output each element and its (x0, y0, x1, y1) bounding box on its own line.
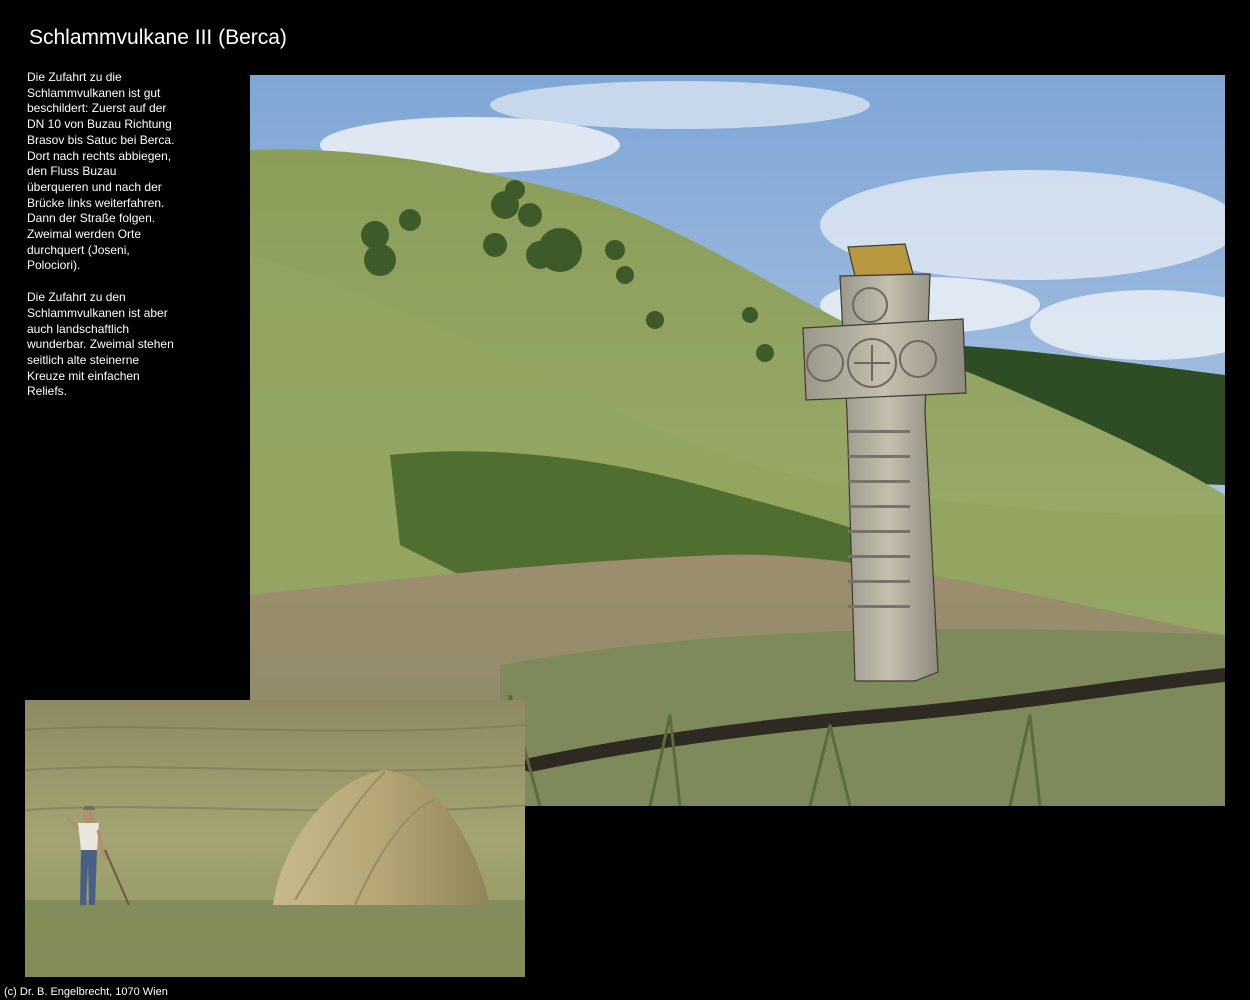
stone-cross-photo (250, 75, 1225, 806)
description-paragraph-1: Die Zufahrt zu die Schlammvulkanen ist g… (27, 70, 175, 273)
description-text: Die Zufahrt zu die Schlammvulkanen ist g… (27, 70, 177, 416)
description-paragraph-2: Die Zufahrt zu den Schlammvulkanen ist a… (27, 290, 174, 399)
copyright-text: (c) Dr. B. Engelbrecht, 1070 Wien (4, 986, 168, 998)
page-title: Schlammvulkane III (Berca) (29, 26, 287, 49)
haystack-photo (25, 700, 525, 977)
